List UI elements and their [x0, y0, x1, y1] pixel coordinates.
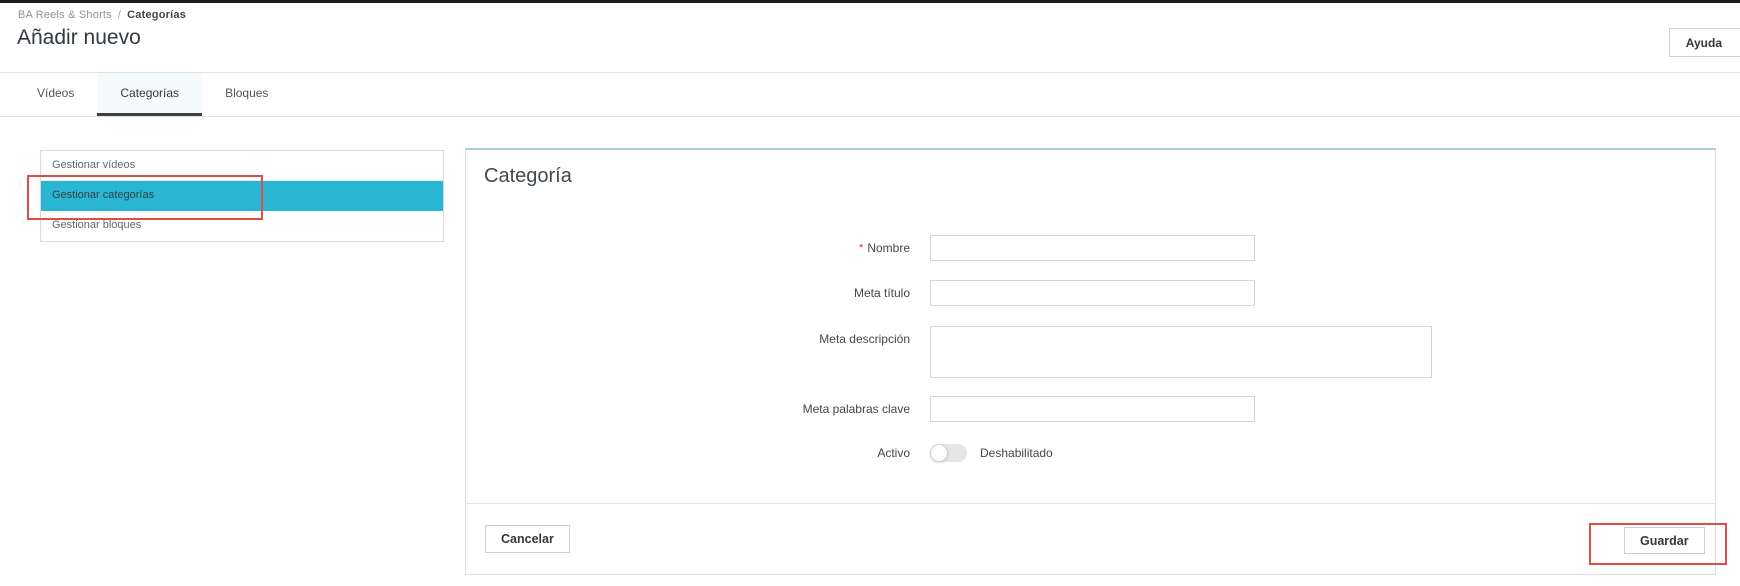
help-button[interactable]: Ayuda: [1668, 28, 1740, 57]
toggle-track-icon[interactable]: [930, 444, 967, 462]
sidebar-item-gestionar-categorias[interactable]: Gestionar categorías: [41, 181, 443, 211]
breadcrumb-root-link[interactable]: BA Reels & Shorts: [18, 9, 112, 21]
sidebar-item-gestionar-bloques[interactable]: Gestionar bloques: [41, 211, 443, 241]
meta-palabras-clave-input[interactable]: [930, 396, 1255, 422]
toggle-knob-icon[interactable]: [930, 444, 948, 462]
tab-videos[interactable]: Vídeos: [14, 73, 97, 116]
save-button[interactable]: Guardar: [1624, 527, 1705, 554]
breadcrumb: BA Reels & Shorts / Categorías: [18, 9, 186, 21]
sidebar-item-gestionar-videos[interactable]: Gestionar vídeos: [41, 151, 443, 181]
breadcrumb-separator: /: [117, 9, 122, 21]
page-title: Añadir nuevo: [17, 26, 141, 49]
activo-toggle[interactable]: Deshabilitado: [930, 440, 1053, 466]
required-asterisk: *: [859, 242, 864, 254]
footer-divider: [466, 503, 1715, 504]
nombre-input[interactable]: [930, 235, 1255, 261]
tab-bar: Vídeos Categorías Bloques: [0, 72, 1740, 117]
admin-page: BA Reels & Shorts / Categorías Añadir nuev…: [0, 0, 1740, 586]
meta-titulo-input[interactable]: [930, 280, 1255, 306]
category-form-panel: Categoría * Nombre Meta título Meta descr…: [465, 148, 1716, 575]
meta-palabras-clave-label: Meta palabras clave: [802, 402, 910, 416]
meta-titulo-label: Meta título: [853, 286, 910, 300]
form-heading: Categoría: [484, 165, 572, 187]
section-nav: Gestionar vídeos Gestionar categorías Ge…: [40, 150, 444, 242]
activo-state-label: Deshabilitado: [980, 446, 1053, 460]
meta-descripcion-label: Meta descripción: [819, 332, 910, 346]
cancel-button[interactable]: Cancelar: [485, 525, 570, 553]
nombre-label: * Nombre: [859, 241, 910, 255]
meta-descripcion-textarea[interactable]: [930, 326, 1432, 378]
breadcrumb-current: Categorías: [127, 9, 187, 21]
tab-bloques[interactable]: Bloques: [202, 73, 291, 116]
tab-categorias[interactable]: Categorías: [97, 73, 203, 116]
activo-label: Activo: [877, 446, 910, 460]
